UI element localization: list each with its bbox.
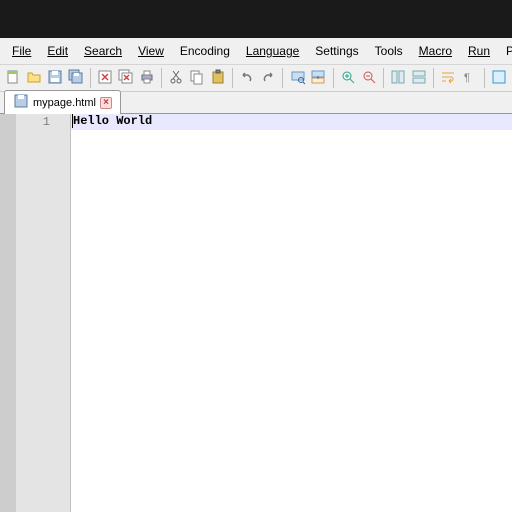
redo-button[interactable] xyxy=(259,67,278,89)
editor-content[interactable]: Hello World xyxy=(71,114,512,512)
toolbar-separator xyxy=(383,68,384,88)
menu-view[interactable]: View xyxy=(130,40,172,62)
find-button[interactable] xyxy=(288,67,307,89)
line-number-gutter[interactable]: 1 xyxy=(16,114,56,512)
window-titlebar xyxy=(0,0,512,38)
sync-hscroll-button[interactable] xyxy=(410,67,429,89)
cut-button[interactable] xyxy=(167,67,186,89)
menu-tools[interactable]: Tools xyxy=(367,40,411,62)
zoom-in-icon xyxy=(340,69,356,88)
line-text: Hello World xyxy=(73,114,152,128)
close-all-icon xyxy=(118,69,134,88)
copy-button[interactable] xyxy=(188,67,207,89)
sync-vscroll-icon xyxy=(390,69,406,88)
indent-guide-button[interactable] xyxy=(489,67,508,89)
open-file-icon xyxy=(26,69,42,88)
menu-plugins[interactable]: Plugins xyxy=(498,40,512,62)
sync-hscroll-icon xyxy=(411,69,427,88)
indent-guide-icon xyxy=(491,69,507,88)
editor-margin: 1 xyxy=(0,114,71,512)
editor-line: Hello World xyxy=(71,114,512,130)
find-icon xyxy=(290,69,306,88)
close-button[interactable] xyxy=(96,67,115,89)
save-icon xyxy=(47,69,63,88)
print-button[interactable] xyxy=(137,67,156,89)
cut-icon xyxy=(168,69,184,88)
menu-run[interactable]: Run xyxy=(460,40,498,62)
zoom-out-button[interactable] xyxy=(359,67,378,89)
wordwrap-icon xyxy=(440,69,456,88)
sync-vscroll-button[interactable] xyxy=(389,67,408,89)
redo-icon xyxy=(260,69,276,88)
menubar: File Edit Search View Encoding Language … xyxy=(0,38,512,65)
menu-search[interactable]: Search xyxy=(76,40,130,62)
toolbar-separator xyxy=(484,68,485,88)
menu-file[interactable]: File xyxy=(4,40,39,62)
toolbar-separator xyxy=(433,68,434,88)
bookmark-margin[interactable] xyxy=(0,114,16,512)
editor-area: 1 Hello World xyxy=(0,114,512,512)
tab-bar: mypage.html × xyxy=(0,92,512,114)
toolbar: ¶ xyxy=(0,65,512,92)
new-file-button[interactable] xyxy=(4,67,23,89)
menu-settings[interactable]: Settings xyxy=(307,40,366,62)
zoom-in-button[interactable] xyxy=(339,67,358,89)
line-number: 1 xyxy=(16,115,50,129)
wordwrap-button[interactable] xyxy=(439,67,458,89)
menu-language[interactable]: Language xyxy=(238,40,307,62)
paste-icon xyxy=(210,69,226,88)
tab-close-button[interactable]: × xyxy=(100,97,112,109)
copy-icon xyxy=(189,69,205,88)
print-icon xyxy=(139,69,155,88)
menu-encoding[interactable]: Encoding xyxy=(172,40,238,62)
replace-icon xyxy=(310,69,326,88)
toolbar-separator xyxy=(90,68,91,88)
svg-text:¶: ¶ xyxy=(464,72,470,84)
tab-filename: mypage.html xyxy=(33,97,96,109)
menu-macro[interactable]: Macro xyxy=(411,40,460,62)
save-button[interactable] xyxy=(45,67,64,89)
toolbar-separator xyxy=(161,68,162,88)
new-file-icon xyxy=(5,69,21,88)
close-icon xyxy=(97,69,113,88)
toolbar-separator xyxy=(333,68,334,88)
fold-margin[interactable] xyxy=(56,114,70,512)
zoom-out-icon xyxy=(361,69,377,88)
save-all-icon xyxy=(68,69,84,88)
undo-icon xyxy=(239,69,255,88)
file-icon xyxy=(13,93,29,112)
save-all-button[interactable] xyxy=(66,67,85,89)
show-all-chars-icon: ¶ xyxy=(461,69,477,88)
paste-button[interactable] xyxy=(208,67,227,89)
toolbar-separator xyxy=(232,68,233,88)
open-file-button[interactable] xyxy=(25,67,44,89)
undo-button[interactable] xyxy=(238,67,257,89)
toolbar-separator xyxy=(282,68,283,88)
menu-edit[interactable]: Edit xyxy=(39,40,76,62)
file-tab[interactable]: mypage.html × xyxy=(4,90,121,114)
show-all-chars-button[interactable]: ¶ xyxy=(460,67,479,89)
replace-button[interactable] xyxy=(309,67,328,89)
close-all-button[interactable] xyxy=(117,67,136,89)
